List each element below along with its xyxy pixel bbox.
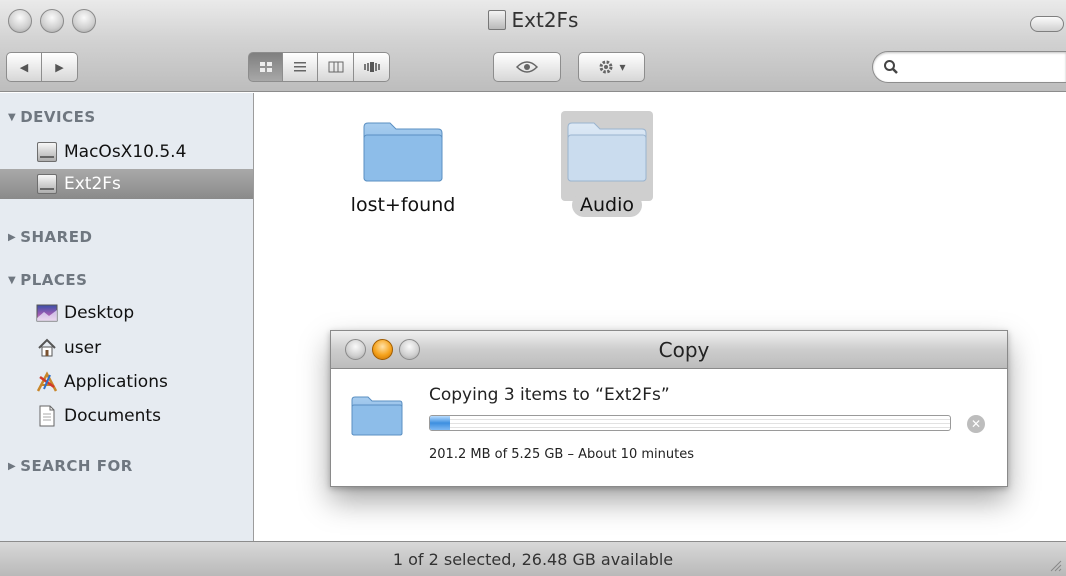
status-bar: 1 of 2 selected, 26.48 GB available — [0, 541, 1066, 576]
chevron-down-icon: ▾ — [619, 60, 626, 74]
status-text: 1 of 2 selected, 26.48 GB available — [392, 550, 674, 569]
action-group: ▾ — [578, 52, 645, 82]
sidebar-item-label: Documents — [64, 406, 161, 426]
sidebar-header-search-for: SEARCH FOR — [20, 457, 133, 475]
search-field[interactable] — [872, 51, 1066, 83]
folder-name: Audio — [571, 193, 642, 217]
sidebar-item-user[interactable]: user — [0, 333, 253, 363]
coverflow-view-icon — [363, 62, 380, 72]
sidebar-section-search-for[interactable]: ▶ SEARCH FOR — [8, 457, 133, 475]
window-title-text: Ext2Fs — [511, 8, 579, 32]
folder-item[interactable]: lost+found — [328, 117, 478, 217]
folder-icon — [567, 122, 647, 182]
title-bar: Ext2Fs ◀ ▶ ▾ — [0, 0, 1066, 92]
sidebar-item-ext2fs[interactable]: Ext2Fs — [0, 169, 253, 199]
copy-progress-bar — [429, 415, 951, 431]
back-button[interactable]: ◀ — [6, 52, 42, 82]
sidebar: ▼ DEVICES MacOsX10.5.4 Ext2Fs ▶ SHARED ▼ PL… — [0, 93, 254, 541]
sidebar-header-places: PLACES — [20, 271, 88, 289]
sidebar-item-label: Ext2Fs — [64, 174, 121, 194]
window-title: Ext2Fs — [0, 8, 1066, 32]
quick-look-button[interactable] — [493, 52, 561, 82]
applications-icon — [36, 371, 58, 393]
copy-progress-fill — [430, 416, 450, 430]
icon-view-icon — [259, 62, 272, 72]
sidebar-item-label: user — [64, 338, 102, 358]
forward-arrow-icon: ▶ — [55, 60, 64, 74]
view-mode-buttons — [248, 52, 390, 82]
disclosure-closed-icon: ▶ — [8, 232, 17, 243]
folder-name: lost+found — [350, 194, 456, 216]
hard-drive-icon — [36, 173, 58, 195]
nav-buttons: ◀ ▶ — [6, 52, 78, 82]
search-icon — [884, 60, 898, 74]
disclosure-closed-icon: ▶ — [8, 461, 17, 472]
gear-icon — [599, 60, 613, 74]
sidebar-item-label: MacOsX10.5.4 — [64, 142, 187, 162]
sidebar-section-places[interactable]: ▼ PLACES — [8, 271, 87, 289]
resize-grip-icon[interactable] — [1048, 558, 1062, 572]
forward-button[interactable]: ▶ — [42, 52, 78, 82]
home-icon — [36, 337, 58, 359]
sidebar-item-applications[interactable]: Applications — [0, 367, 253, 397]
documents-icon — [36, 405, 58, 427]
sidebar-section-devices[interactable]: ▼ DEVICES — [8, 108, 96, 126]
sidebar-header-devices: DEVICES — [20, 108, 96, 126]
back-arrow-icon: ◀ — [19, 60, 29, 74]
sidebar-section-shared[interactable]: ▶ SHARED — [8, 228, 92, 246]
icon-view-button[interactable] — [248, 52, 283, 82]
hard-drive-icon — [487, 10, 506, 30]
folder-icon — [363, 122, 443, 182]
dialog-title: Copy — [658, 338, 710, 362]
sidebar-item-label: Desktop — [64, 303, 135, 323]
column-view-button[interactable] — [318, 52, 354, 82]
quicklook-group — [493, 52, 561, 82]
copy-message: Copying 3 items to “Ext2Fs” — [429, 385, 670, 405]
folder-icon — [350, 393, 404, 441]
list-view-button[interactable] — [283, 52, 318, 82]
sidebar-item-desktop[interactable]: Desktop — [0, 298, 253, 328]
copy-status: 201.2 MB of 5.25 GB – About 10 minutes — [429, 447, 694, 462]
sidebar-item-label: Applications — [64, 372, 168, 392]
coverflow-view-button[interactable] — [354, 52, 390, 82]
sidebar-item-documents[interactable]: Documents — [0, 401, 253, 431]
hard-drive-icon — [36, 141, 58, 163]
eye-icon — [516, 61, 538, 73]
search-input[interactable] — [905, 58, 1055, 76]
desktop-icon — [36, 302, 58, 324]
folder-item-selected[interactable]: Audio — [532, 117, 682, 217]
toolbar-toggle-button[interactable] — [1030, 16, 1064, 32]
action-menu-button[interactable]: ▾ — [578, 52, 645, 82]
sidebar-item-macosx[interactable]: MacOsX10.5.4 — [0, 137, 253, 167]
disclosure-open-icon: ▼ — [8, 112, 17, 123]
dialog-title-bar: Copy — [331, 331, 1007, 369]
close-icon: ✕ — [970, 417, 982, 431]
sidebar-header-shared: SHARED — [20, 228, 93, 246]
column-view-icon — [328, 61, 343, 73]
stop-copy-button[interactable]: ✕ — [967, 415, 985, 433]
copy-dialog: Copy Copying 3 items to “Ext2Fs” ✕ 201.2… — [330, 330, 1008, 487]
finder-window: Ext2Fs ◀ ▶ ▾ ▼ DEVICES MacOsX10.5.4 Ext2… — [0, 0, 1066, 576]
list-view-icon — [294, 62, 306, 72]
disclosure-open-icon: ▼ — [8, 275, 17, 286]
